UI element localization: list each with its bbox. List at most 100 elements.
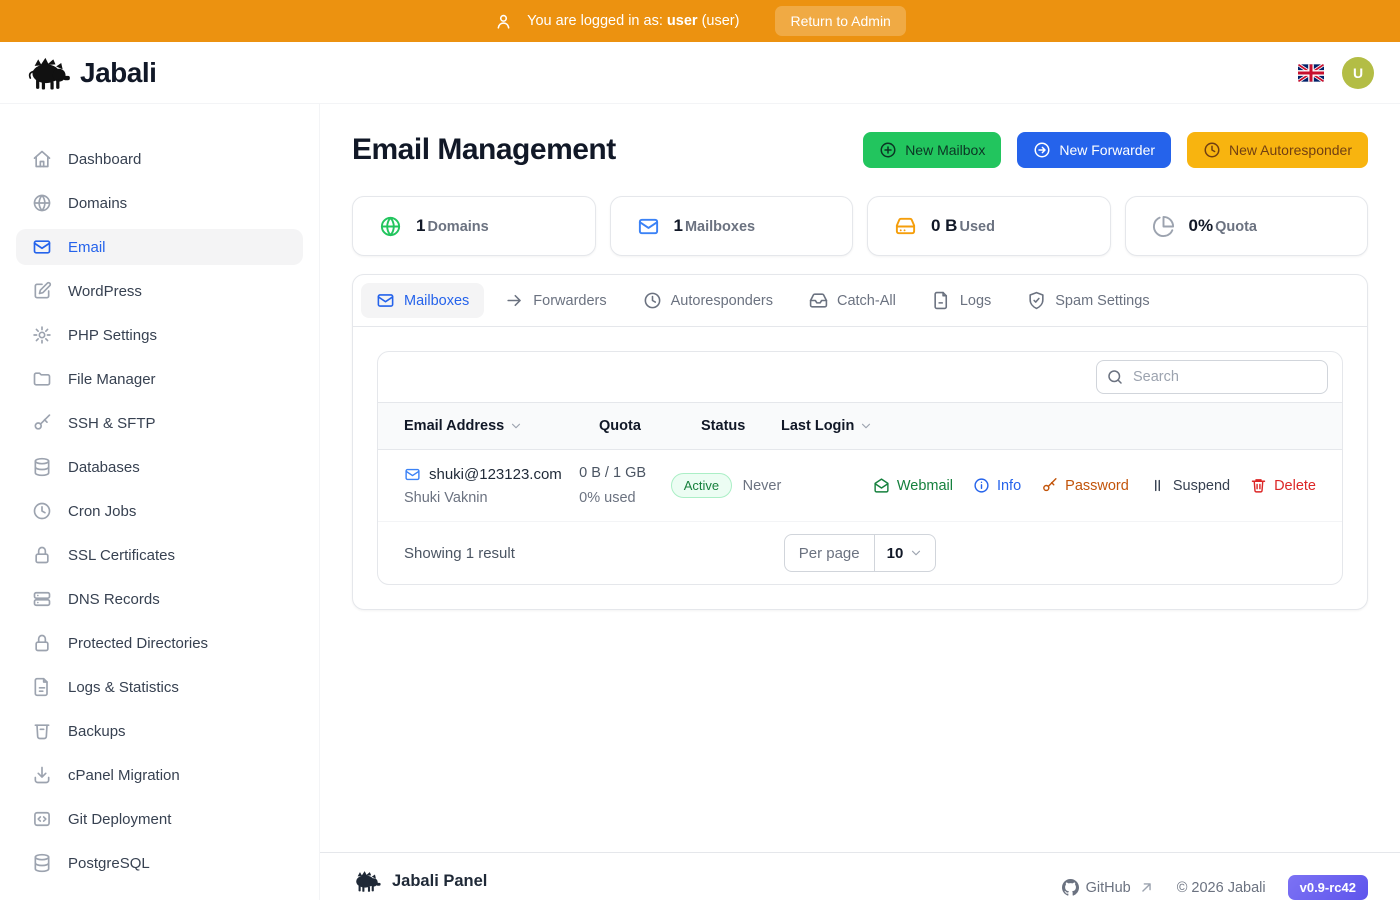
tab-label: Spam Settings <box>1055 292 1150 309</box>
lock-icon <box>35 634 49 652</box>
new-mailbox-button[interactable]: New Mailbox <box>863 132 1002 168</box>
column-last-login[interactable]: Last Login <box>781 418 926 434</box>
user-icon <box>497 14 510 29</box>
sidebar-item-label: SSL Certificates <box>68 546 175 564</box>
tab-catch-all[interactable]: Catch-All <box>794 283 911 318</box>
table-search-row <box>378 352 1342 402</box>
tab-forwarders[interactable]: Forwarders <box>490 283 621 318</box>
per-page-value: 10 <box>886 544 904 562</box>
column-label: Status <box>701 418 746 434</box>
column-label: Email Address <box>404 418 505 434</box>
stat-card-used: 0 B Used <box>867 196 1111 256</box>
stat-value: 1 <box>416 216 426 235</box>
mailboxes-table-card: Email Address Quota Status Last Login <box>377 351 1343 585</box>
sidebar-item-ssl-certificates[interactable]: SSL Certificates <box>16 537 303 573</box>
table-header: Email Address Quota Status Last Login <box>378 402 1342 450</box>
chevron-down-icon <box>512 423 521 429</box>
logged-in-message: You are logged in as: user (user) <box>527 13 739 29</box>
sidebar-item-wordpress[interactable]: WordPress <box>16 273 303 309</box>
hard-drive-icon <box>895 217 916 234</box>
button-label: New Forwarder <box>1059 142 1156 158</box>
last-login-value: Never <box>742 477 782 494</box>
tab-spam-settings[interactable]: Spam Settings <box>1012 283 1164 318</box>
tab-bar: Mailboxes Forwarders Autoresponders Catc… <box>353 275 1367 327</box>
clock-icon <box>1204 142 1220 158</box>
new-forwarder-button[interactable]: New Forwarder <box>1017 132 1172 168</box>
header-controls: U <box>1298 56 1374 89</box>
clock-icon <box>644 292 661 309</box>
tab-mailboxes[interactable]: Mailboxes <box>361 283 485 318</box>
user-avatar[interactable]: U <box>1342 56 1374 89</box>
column-email-address[interactable]: Email Address <box>404 418 599 434</box>
search-input[interactable] <box>1096 360 1328 394</box>
clock-icon <box>33 502 51 520</box>
sidebar-item-dashboard[interactable]: Dashboard <box>16 141 303 177</box>
sidebar-item-postgresql[interactable]: PostgreSQL <box>16 845 303 881</box>
lock-icon <box>35 546 49 564</box>
sidebar-item-label: WordPress <box>68 282 142 300</box>
info-button[interactable]: Info <box>973 477 1021 494</box>
version-badge: v0.9-rc42 <box>1287 875 1368 900</box>
sidebar-item-domains[interactable]: Domains <box>16 185 303 221</box>
sidebar-item-backups[interactable]: Backups <box>16 713 303 749</box>
language-flag-icon[interactable] <box>1298 63 1324 82</box>
sidebar-item-ssh-sftp[interactable]: SSH & SFTP <box>16 405 303 441</box>
action-label: Webmail <box>896 477 953 494</box>
stat-card-domains: 1 Domains <box>352 196 596 256</box>
chevron-down-icon <box>912 550 921 556</box>
button-label: New Autoresponder <box>1229 142 1352 158</box>
sidebar-item-logs-statistics[interactable]: Logs & Statistics <box>16 669 303 705</box>
sidebar-item-php-settings[interactable]: PHP Settings <box>16 317 303 353</box>
table-row: shuki@123123.com Shuki Vaknin 0 B / 1 GB… <box>378 450 1342 522</box>
results-count: Showing 1 result <box>404 544 515 562</box>
mail-open-icon <box>874 478 889 493</box>
sidebar-item-label: Databases <box>68 458 140 476</box>
per-page-label: Per page <box>785 535 875 571</box>
stat-value: 0% <box>1188 216 1214 235</box>
per-page-select[interactable]: 10 <box>875 535 936 571</box>
cell-actions: Webmail Info Password Suspend Delete <box>873 477 1316 494</box>
stats-row: 1 Domains 1 Mailboxes 0 B Used 0% Quota <box>352 196 1368 256</box>
sidebar-item-databases[interactable]: Databases <box>16 449 303 485</box>
file-icon <box>934 291 947 310</box>
archive-icon <box>34 724 50 740</box>
file-text-icon <box>34 677 48 697</box>
password-button[interactable]: Password <box>1041 477 1129 494</box>
tab-logs[interactable]: Logs <box>917 283 1006 318</box>
page-actions: New Mailbox New Forwarder New Autorespon… <box>863 132 1368 168</box>
github-link[interactable]: GitHub <box>1061 879 1155 896</box>
footer-links: GitHub © 2026 Jabali v0.9-rc42 <box>1061 869 1368 900</box>
quota-used: 0% used <box>579 490 636 506</box>
shield-check-icon <box>1029 291 1044 310</box>
action-label: Delete <box>1274 477 1316 494</box>
webmail-button[interactable]: Webmail <box>873 477 953 494</box>
search-box <box>1096 360 1328 394</box>
server-icon <box>33 591 51 607</box>
sidebar-item-dns-records[interactable]: DNS Records <box>16 581 303 617</box>
suspend-button[interactable]: Suspend <box>1149 477 1230 494</box>
search-icon <box>1108 370 1122 384</box>
sidebar-item-cron-jobs[interactable]: Cron Jobs <box>16 493 303 529</box>
column-label: Quota <box>599 418 641 434</box>
sidebar-item-label: File Manager <box>68 370 156 388</box>
brand-name: Jabali <box>80 56 157 88</box>
return-to-admin-button[interactable]: Return to Admin <box>775 6 906 36</box>
tab-autoresponders[interactable]: Autoresponders <box>628 283 788 318</box>
inbox-icon <box>809 293 828 308</box>
per-page-control: Per page 10 <box>783 534 937 572</box>
sidebar-item-email[interactable]: Email <box>16 229 303 265</box>
email-card: Mailboxes Forwarders Autoresponders Catc… <box>352 274 1368 610</box>
sidebar-item-file-manager[interactable]: File Manager <box>16 361 303 397</box>
database-icon <box>34 457 50 477</box>
brand-logo[interactable]: Jabali <box>26 54 157 92</box>
cell-email: shuki@123123.com Shuki Vaknin <box>404 466 579 506</box>
sidebar-item-git-deployment[interactable]: Git Deployment <box>16 801 303 837</box>
mail-icon <box>33 240 51 254</box>
new-autoresponder-button[interactable]: New Autoresponder <box>1187 132 1368 168</box>
mail-icon <box>405 468 420 480</box>
sidebar-item-cpanel-migration[interactable]: cPanel Migration <box>16 757 303 793</box>
home-icon <box>33 150 51 168</box>
github-label: GitHub <box>1085 879 1131 896</box>
sidebar-item-protected-directories[interactable]: Protected Directories <box>16 625 303 661</box>
delete-button[interactable]: Delete <box>1250 477 1316 494</box>
